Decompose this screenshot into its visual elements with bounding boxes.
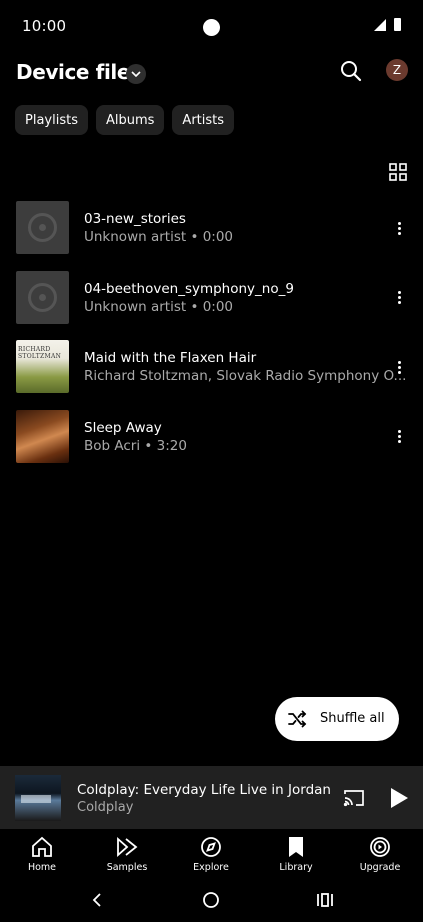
music-note-icon bbox=[16, 201, 69, 254]
cast-icon[interactable] bbox=[343, 788, 365, 808]
nav-label: Upgrade bbox=[359, 862, 401, 873]
list-item[interactable]: RICHARD STOLTZMAN Maid with the Flaxen H… bbox=[0, 332, 423, 402]
shuffle-all-button[interactable]: Shuffle all bbox=[275, 697, 399, 741]
album-art-text: RICHARD STOLTZMAN bbox=[18, 346, 62, 360]
now-playing-art bbox=[15, 775, 61, 821]
system-navigation-bar bbox=[0, 881, 423, 922]
filter-chips: Playlists Albums Artists bbox=[15, 105, 235, 135]
nav-label: Explore bbox=[193, 862, 229, 873]
chevron-down-icon[interactable] bbox=[126, 64, 146, 84]
camera-cutout bbox=[203, 19, 220, 36]
more-vert-icon[interactable] bbox=[392, 428, 406, 446]
track-subtitle: Richard Stoltzman, Slovak Radio Symphony… bbox=[84, 368, 407, 384]
track-title: Maid with the Flaxen Hair bbox=[84, 350, 257, 366]
recents-icon[interactable] bbox=[316, 892, 334, 908]
upgrade-icon bbox=[370, 837, 390, 857]
track-title: 04-beethoven_symphony_no_9 bbox=[84, 280, 294, 297]
more-vert-icon[interactable] bbox=[392, 289, 406, 307]
search-icon[interactable] bbox=[337, 57, 365, 85]
track-title: Sleep Away bbox=[84, 419, 162, 436]
library-icon bbox=[289, 837, 303, 857]
chip-albums[interactable]: Albums bbox=[95, 105, 165, 135]
list-item[interactable]: 04-beethoven_symphony_no_9 Unknown artis… bbox=[0, 263, 423, 333]
album-art: RICHARD STOLTZMAN bbox=[16, 340, 69, 393]
status-time: 10:00 bbox=[22, 17, 67, 35]
nav-samples[interactable]: Samples bbox=[92, 836, 162, 873]
signal-icon bbox=[374, 19, 386, 31]
album-art bbox=[16, 409, 69, 463]
track-subtitle: Unknown artist • 0:00 bbox=[84, 229, 234, 245]
shuffle-icon bbox=[287, 709, 307, 729]
bottom-navigation: Home Samples Explore Library Upgrade bbox=[0, 829, 423, 881]
nav-label: Samples bbox=[106, 862, 148, 873]
battery-icon bbox=[394, 18, 401, 31]
nav-label: Home bbox=[27, 862, 57, 873]
app-screen: 10:00 Device files Z Playlists Albums Ar… bbox=[0, 0, 423, 922]
list-item[interactable]: 03-new_stories Unknown artist • 0:00 bbox=[0, 193, 423, 263]
play-icon[interactable] bbox=[391, 788, 408, 808]
chip-playlists[interactable]: Playlists bbox=[15, 105, 88, 135]
shuffle-label: Shuffle all bbox=[320, 711, 385, 726]
page-title[interactable]: Device files bbox=[16, 60, 142, 84]
chip-artists[interactable]: Artists bbox=[172, 105, 235, 135]
list-item[interactable]: Sleep Away Bob Acri • 3:20 bbox=[0, 402, 423, 472]
more-vert-icon[interactable] bbox=[392, 358, 406, 376]
now-playing-title: Coldplay: Everyday Life Live in Jordan bbox=[77, 782, 331, 798]
nav-upgrade[interactable]: Upgrade bbox=[345, 836, 415, 873]
status-bar: 10:00 bbox=[0, 0, 423, 50]
back-icon[interactable] bbox=[91, 892, 103, 908]
more-vert-icon[interactable] bbox=[392, 219, 406, 237]
nav-label: Library bbox=[279, 862, 313, 873]
home-icon bbox=[32, 836, 52, 857]
samples-icon bbox=[117, 836, 138, 858]
nav-library[interactable]: Library bbox=[261, 836, 331, 873]
music-note-icon bbox=[16, 270, 69, 324]
nav-explore[interactable]: Explore bbox=[176, 836, 246, 873]
track-title: 03-new_stories bbox=[84, 211, 186, 227]
now-playing-artist: Coldplay bbox=[77, 800, 134, 815]
track-subtitle: Unknown artist • 0:00 bbox=[84, 298, 234, 315]
home-button-icon[interactable] bbox=[202, 891, 220, 909]
nav-home[interactable]: Home bbox=[7, 836, 77, 873]
grid-view-icon[interactable] bbox=[388, 162, 408, 182]
track-list: 03-new_stories Unknown artist • 0:00 04-… bbox=[0, 193, 423, 471]
track-subtitle: Bob Acri • 3:20 bbox=[84, 437, 187, 454]
mini-player[interactable]: Coldplay: Everyday Life Live in Jordan C… bbox=[0, 766, 423, 829]
compass-icon bbox=[201, 837, 221, 857]
avatar[interactable]: Z bbox=[386, 59, 408, 81]
